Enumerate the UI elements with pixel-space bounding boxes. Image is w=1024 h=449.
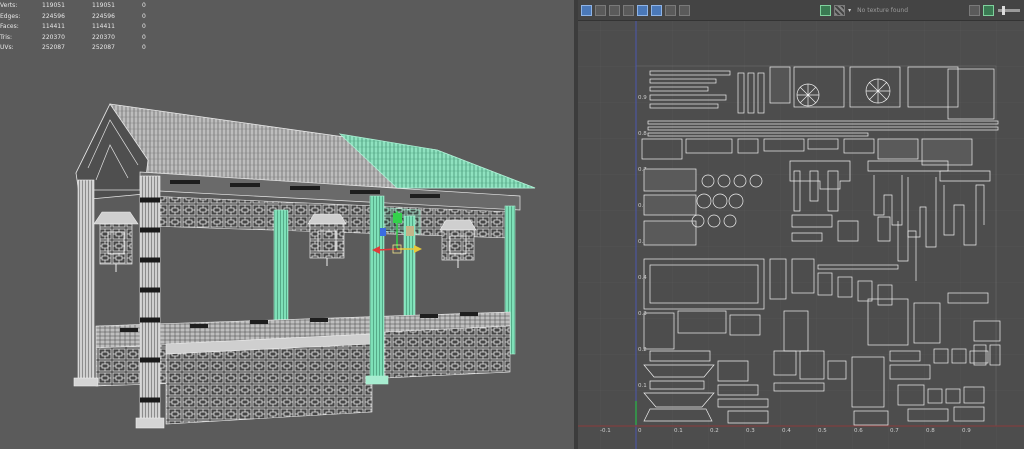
axis-label: 0 (638, 428, 642, 434)
hud-value: 252087 (42, 44, 65, 52)
axis-label: 0.6 (854, 428, 863, 434)
uv-move-icon[interactable] (969, 4, 980, 16)
lantern-left[interactable] (93, 211, 139, 272)
pillar-front-corner[interactable] (135, 175, 165, 429)
hud-row-uvs: UVs: 252087 252087 0 (0, 43, 152, 54)
axis-label: 0.3 (746, 428, 755, 434)
hud-value: 0 (142, 12, 146, 20)
uv-toggle-icon[interactable] (983, 4, 994, 16)
hud-row-edges: Edges: 224596 224596 0 (0, 12, 152, 23)
axis-label: 0.5 (818, 428, 827, 434)
axis-label: 0.2 (638, 347, 647, 353)
hud-value: 0 (142, 23, 146, 31)
uv-toolbar: ▾ No texture found (578, 0, 1024, 21)
axis-label: 0.8 (638, 131, 647, 137)
axis-label: 0.9 (962, 428, 971, 434)
hud-label: Verts: (0, 2, 18, 9)
hud-value: 0 (142, 44, 146, 52)
hud-row-faces: Faces: 114411 114411 0 (0, 22, 152, 33)
maya-workspace: Verts: 119051 119051 0 Edges: 224596 224… (0, 0, 1024, 449)
lantern-center[interactable] (307, 213, 347, 266)
axis-label: 0.4 (782, 428, 791, 434)
hud-value: 114411 (92, 23, 115, 31)
uv-shell-icon[interactable] (609, 4, 620, 16)
hud-value: 119051 (42, 2, 65, 9)
uv-editor-panel[interactable]: ▾ No texture found 0.9 0.8 0.7 0.6 0.5 0… (578, 0, 1024, 449)
hud-label: UVs: (0, 44, 14, 52)
texture-dropdown[interactable]: No texture found (857, 7, 908, 14)
lantern-right[interactable] (439, 219, 477, 268)
uv-filter-icon[interactable] (651, 4, 662, 16)
uv-sun-icon[interactable] (665, 4, 676, 16)
axis-label: 0.9 (638, 95, 647, 101)
hud-row-verts: Verts: 119051 119051 0 (0, 1, 152, 12)
hud-row-tris: Tris: 220370 220370 0 (0, 33, 152, 44)
uv-canvas[interactable]: 0.9 0.8 0.7 0.6 0.5 0.4 0.3 0.2 0.1 -0.1… (578, 21, 1024, 449)
hud-value: 224596 (42, 12, 65, 20)
checker-icon[interactable] (834, 4, 846, 16)
uv-frame-icon[interactable] (595, 4, 606, 16)
axis-label: 0.3 (638, 311, 647, 317)
hud-value: 0 (142, 33, 146, 41)
axis-label: -0.1 (600, 428, 611, 434)
hud-label: Faces: (0, 23, 19, 31)
axis-label: 0.8 (926, 428, 935, 434)
poly-count-hud: Verts: 119051 119051 0 Edges: 224596 224… (0, 1, 152, 54)
perspective-viewport[interactable]: Verts: 119051 119051 0 Edges: 224596 224… (0, 0, 574, 449)
axis-label: 0.4 (638, 275, 647, 281)
hud-label: Tris: (0, 33, 13, 41)
hud-value: 252087 (92, 44, 115, 52)
hud-label: Edges: (0, 12, 21, 20)
dropdown-arrow-icon[interactable]: ▾ (848, 7, 851, 14)
hud-value: 220370 (92, 33, 115, 41)
hud-value: 114411 (42, 23, 65, 31)
railing-panel-right (383, 325, 511, 379)
hud-value: 220370 (42, 33, 65, 41)
pillar-front-left[interactable] (73, 179, 99, 387)
hud-value: 0 (142, 2, 146, 9)
uv-grid-icon[interactable] (581, 4, 592, 16)
uv-slider[interactable] (998, 5, 1020, 15)
axis-label: 0.7 (890, 428, 899, 434)
texture-toggle-icon[interactable] (820, 4, 832, 16)
uv-display-icon[interactable] (637, 4, 648, 16)
axis-label: 0.2 (710, 428, 719, 434)
pavilion-wireframe-model[interactable] (0, 0, 574, 449)
axis-label: 0.1 (674, 428, 683, 434)
uv-camera-icon[interactable] (679, 4, 690, 16)
hud-value: 224596 (92, 12, 115, 20)
hud-value: 119051 (92, 2, 115, 9)
axis-label: 0.1 (638, 383, 647, 389)
uv-texture-icon[interactable] (623, 4, 634, 16)
